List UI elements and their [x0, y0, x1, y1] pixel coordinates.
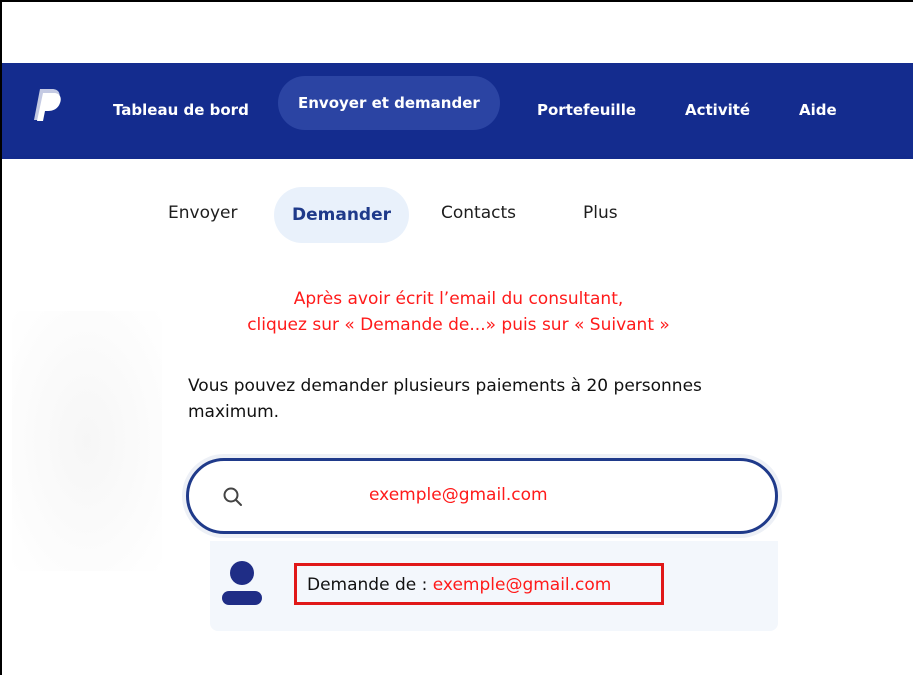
- paypal-logo[interactable]: [32, 87, 62, 123]
- tab-demander[interactable]: Demander: [274, 187, 410, 243]
- suggestion-highlight-box[interactable]: Demande de : exemple@gmail.com: [294, 563, 664, 605]
- suggestion-email: exemple@gmail.com: [432, 575, 612, 595]
- recipient-suggestion[interactable]: Demande de : exemple@gmail.com: [210, 541, 778, 631]
- nav-envoyer-et-demander[interactable]: Envoyer et demander: [278, 76, 500, 130]
- request-description: Vous pouvez demander plusieurs paiements…: [188, 376, 702, 422]
- request-main-panel: Après avoir écrit l’email du consultant,…: [2, 271, 913, 675]
- nav-tableau-de-bord[interactable]: Tableau de bord: [113, 90, 249, 130]
- instruction-line-2: cliquez sur « Demande de...» puis sur « …: [247, 315, 670, 335]
- suggestion-label: Demande de : exemple@gmail.com: [307, 575, 611, 595]
- nav-activite[interactable]: Activité: [685, 90, 750, 130]
- top-navigation: Tableau de bord Envoyer et demander Port…: [2, 63, 913, 159]
- suggestion-prefix: Demande de :: [307, 575, 433, 595]
- search-icon: [223, 487, 242, 506]
- tab-plus[interactable]: Plus: [583, 203, 618, 223]
- recipient-search-input[interactable]: exemple@gmail.com: [186, 458, 778, 534]
- instruction-line-1: Après avoir écrit l’email du consultant,: [293, 289, 624, 309]
- nav-aide[interactable]: Aide: [799, 90, 837, 130]
- nav-portefeuille[interactable]: Portefeuille: [537, 90, 636, 130]
- tab-envoyer[interactable]: Envoyer: [168, 203, 238, 223]
- person-icon: [222, 561, 262, 605]
- search-value[interactable]: exemple@gmail.com: [369, 485, 548, 505]
- sub-navigation: Envoyer Demander Contacts Plus: [2, 159, 913, 271]
- tab-contacts[interactable]: Contacts: [441, 203, 516, 223]
- background-decoration: [12, 311, 162, 571]
- screenshot-frame: Tableau de bord Envoyer et demander Port…: [0, 0, 913, 675]
